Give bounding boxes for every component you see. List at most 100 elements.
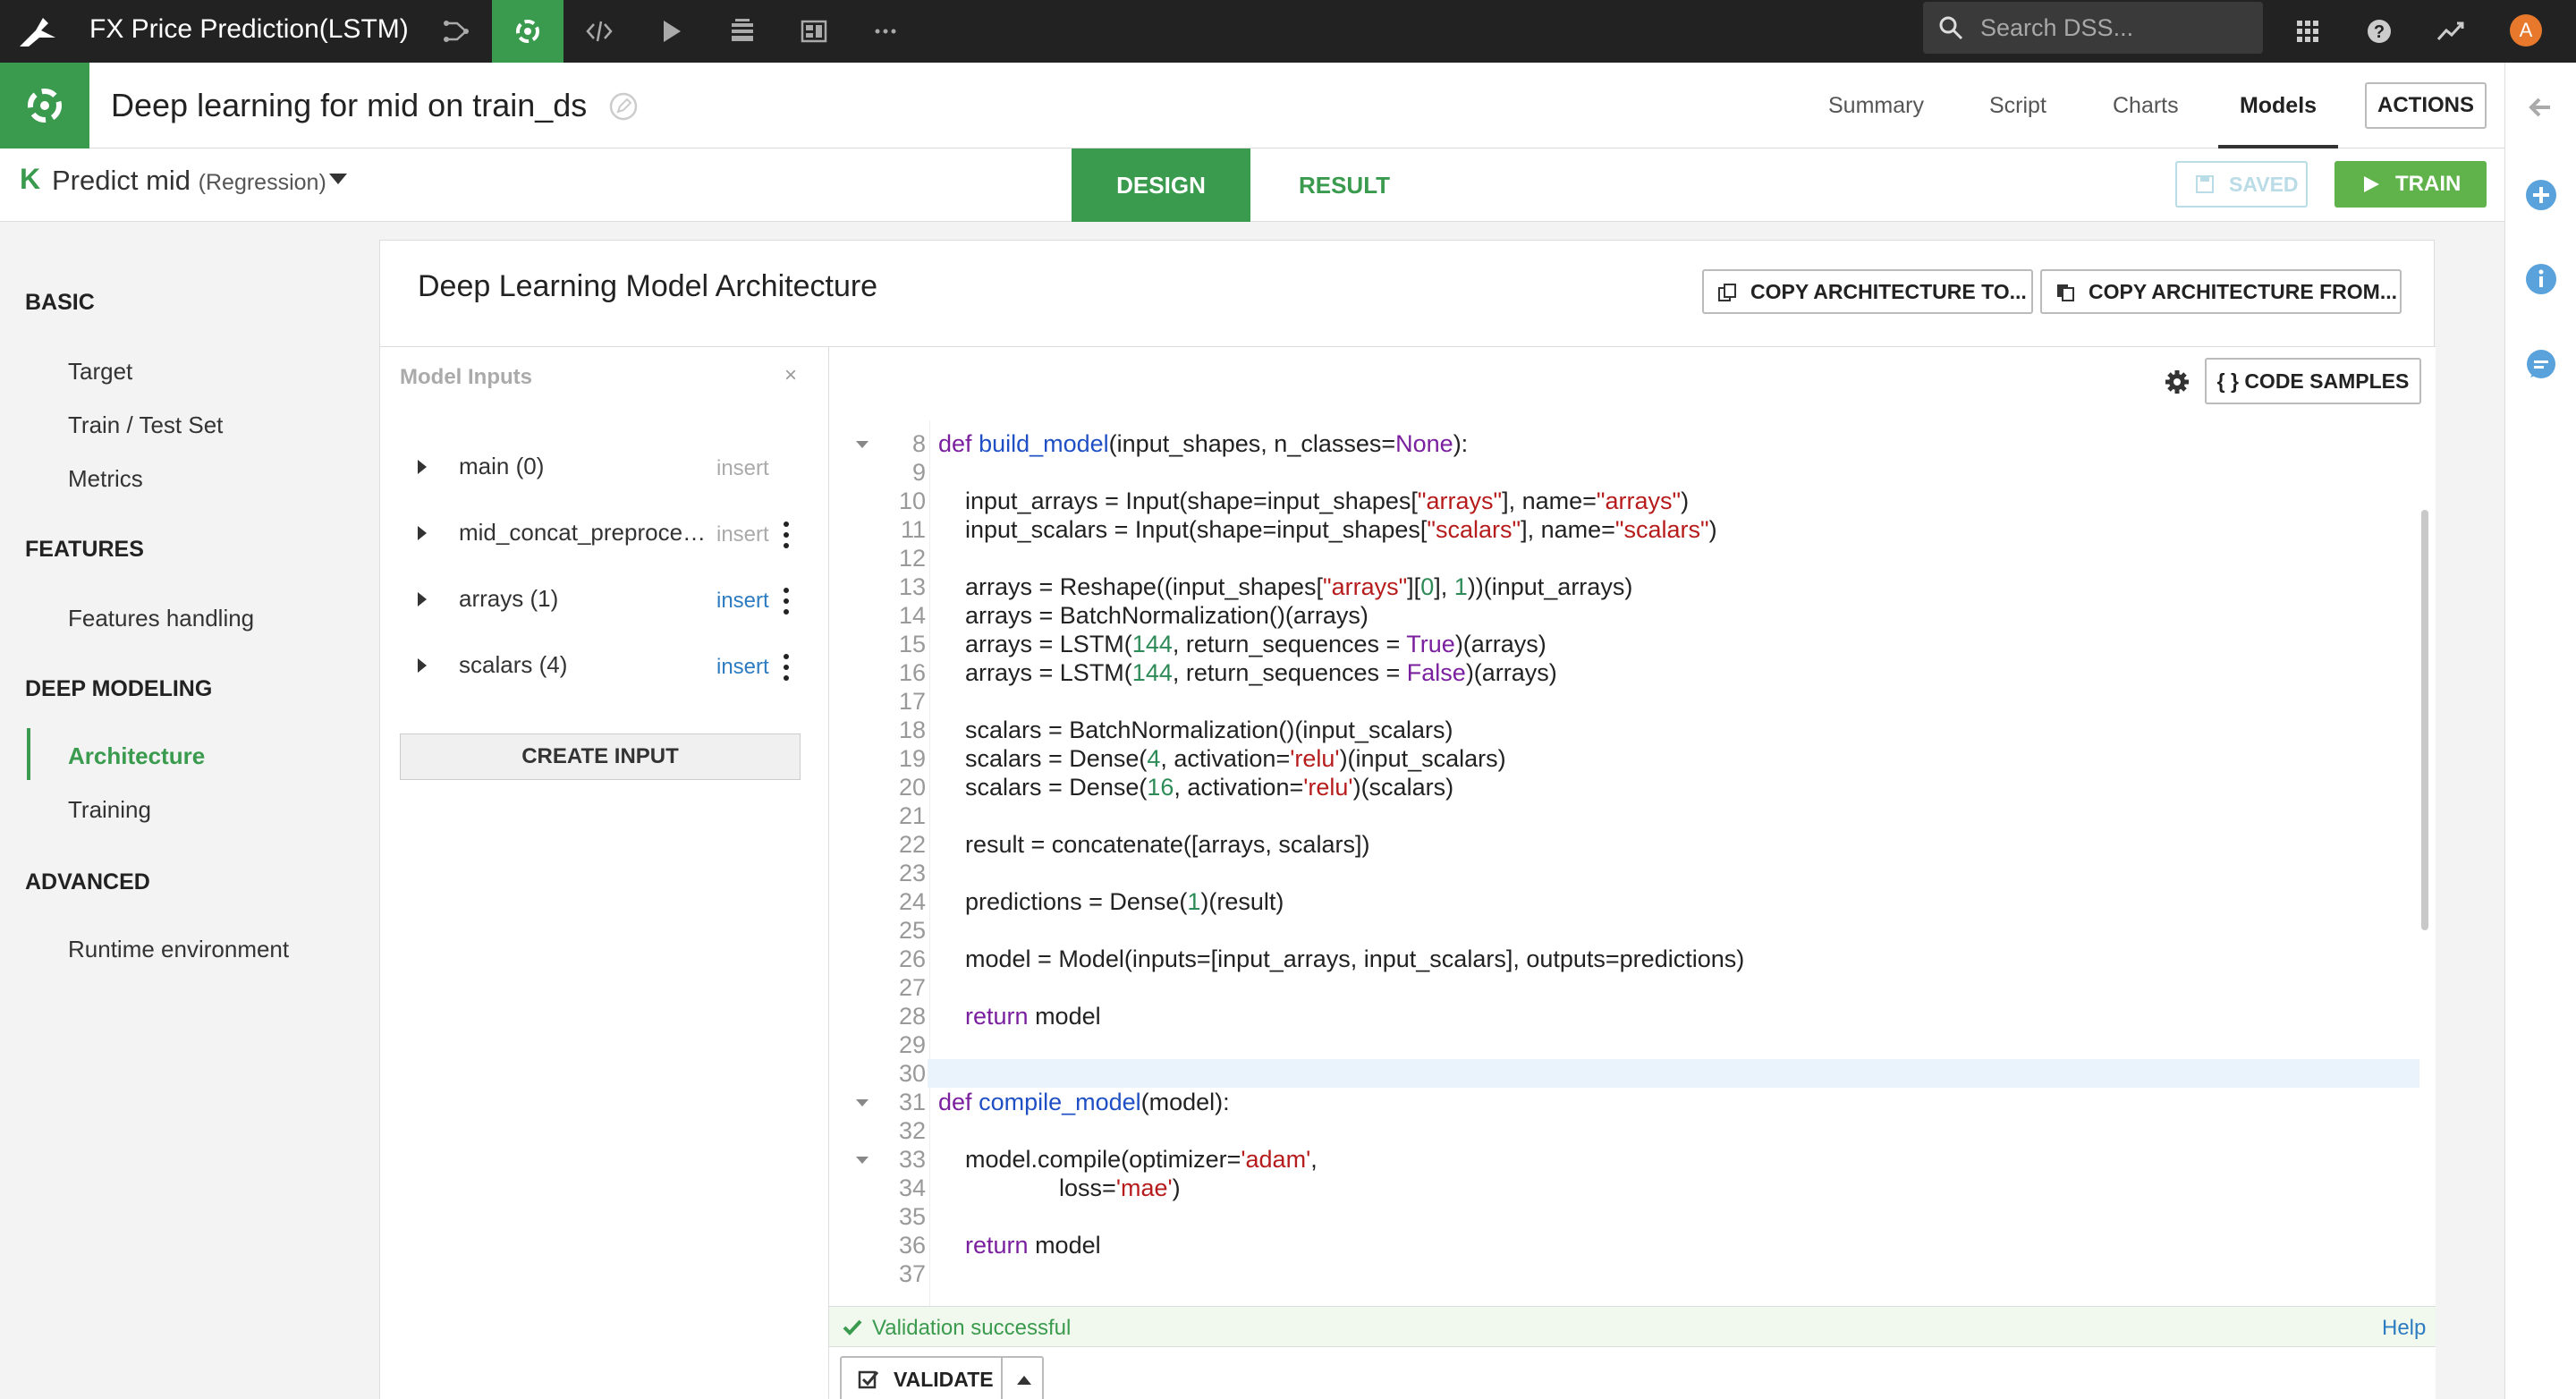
run-icon[interactable] [635, 0, 707, 63]
insert-link[interactable]: insert [716, 456, 769, 481]
task-selector[interactable]: Predict mid (Regression) [52, 148, 326, 215]
validate-button[interactable]: VALIDATE [840, 1356, 1003, 1399]
code-line[interactable]: 25 [829, 916, 2421, 945]
code-line[interactable]: 29 [829, 1030, 2421, 1059]
search-input[interactable] [1980, 2, 2249, 54]
help-icon[interactable]: ? [2343, 0, 2415, 63]
create-input-button[interactable]: CREATE INPUT [400, 733, 801, 780]
project-title[interactable]: FX Price Prediction(LSTM) [89, 0, 409, 63]
code-line[interactable]: 17 [829, 687, 2421, 716]
chevron-down-icon[interactable] [329, 174, 347, 184]
code-line[interactable]: 19 scalars = Dense(4, activation='relu')… [829, 744, 2421, 773]
code-line[interactable]: 26 model = Model(inputs=[input_arrays, i… [829, 945, 2421, 973]
arrow-left-icon[interactable] [2523, 89, 2559, 125]
code-line[interactable]: 34 loss='mae') [829, 1174, 2421, 1202]
code-icon[interactable] [564, 0, 635, 63]
insert-link[interactable]: insert [716, 522, 769, 547]
code-line[interactable]: 30 [829, 1059, 2421, 1088]
code-line[interactable]: 22 result = concatenate([arrays, scalars… [829, 830, 2421, 859]
sidebar-item-architecture[interactable]: Architecture [68, 742, 205, 770]
saved-button[interactable]: SAVED [2175, 161, 2308, 208]
code-samples-button[interactable]: { } CODE SAMPLES [2205, 358, 2421, 404]
code-line[interactable]: 21 [829, 801, 2421, 830]
code-editor-area: { } CODE SAMPLES 8 def build_model(input_… [829, 346, 2436, 1399]
code-line[interactable]: 8 def build_model(input_shapes, n_classes… [829, 429, 2421, 458]
input-row-arrays[interactable]: arrays (1) insert [380, 572, 829, 626]
code-line[interactable]: 10 input_arrays = Input(shape=input_shap… [829, 487, 2421, 515]
input-row-main[interactable]: main (0) insert [380, 440, 829, 494]
tab-models[interactable]: Models [2218, 63, 2338, 148]
copy-architecture-to-button[interactable]: COPY ARCHITECTURE TO... [1702, 269, 2033, 314]
insert-link[interactable]: insert [716, 655, 769, 680]
code-line[interactable]: 20 scalars = Dense(16, activation='relu'… [829, 773, 2421, 801]
info-icon[interactable] [2523, 261, 2559, 297]
dashboard-icon[interactable] [778, 0, 850, 63]
actions-button[interactable]: ACTIONS [2365, 82, 2487, 129]
sidebar-item-runtime-environment[interactable]: Runtime environment [68, 936, 289, 963]
insert-link[interactable]: insert [716, 589, 769, 614]
kebab-menu-icon[interactable] [783, 587, 790, 615]
line-number: 30 [898, 1060, 926, 1087]
tab-script[interactable]: Script [1989, 63, 2046, 148]
lab-icon[interactable] [492, 0, 564, 63]
edit-title-icon[interactable] [608, 91, 639, 122]
code-line[interactable]: 31 def compile_model(model): [829, 1088, 2421, 1116]
code-line[interactable]: 15 arrays = LSTM(144, return_sequences =… [829, 630, 2421, 658]
code-line[interactable]: 11 input_scalars = Input(shape=input_sha… [829, 515, 2421, 544]
help-link[interactable]: Help [2382, 1316, 2426, 1341]
code-line[interactable]: 18 scalars = BatchNormalization()(input_… [829, 716, 2421, 744]
caret-right-icon[interactable] [418, 592, 427, 606]
code-line[interactable]: 27 [829, 973, 2421, 1002]
code-line[interactable]: 36 return model [829, 1231, 2421, 1259]
gear-icon[interactable] [2164, 369, 2190, 395]
kebab-menu-icon[interactable] [783, 653, 790, 682]
code-line[interactable]: 23 [829, 859, 2421, 887]
apps-grid-icon[interactable] [2272, 0, 2343, 63]
line-number: 8 [911, 430, 926, 457]
dataiku-bird-icon[interactable] [16, 11, 59, 52]
train-button[interactable]: TRAIN [2334, 161, 2487, 208]
search-icon [1939, 16, 1963, 40]
caret-right-icon[interactable] [418, 460, 427, 474]
caret-right-icon[interactable] [418, 658, 427, 673]
code-line[interactable]: 13 arrays = Reshape((input_shapes["array… [829, 572, 2421, 601]
code-line[interactable]: 9 [829, 458, 2421, 487]
sidebar-item-training[interactable]: Training [68, 796, 151, 824]
tab-charts[interactable]: Charts [2113, 63, 2179, 148]
sidebar-item-features-handling[interactable]: Features handling [68, 605, 254, 632]
tab-result[interactable]: RESULT [1250, 148, 1438, 222]
code-line[interactable]: 28 return model [829, 1002, 2421, 1030]
activity-trend-icon[interactable] [2415, 0, 2487, 63]
close-icon[interactable]: × [784, 363, 797, 388]
global-search[interactable] [1923, 2, 2263, 54]
code-line[interactable]: 33 model.compile(optimizer='adam', [829, 1145, 2421, 1174]
input-row-mid-concat[interactable]: mid_concat_preprocessed insert [380, 506, 829, 560]
sidebar-item-metrics[interactable]: Metrics [68, 465, 143, 493]
discussion-icon[interactable] [2523, 347, 2559, 383]
code-line[interactable]: 37 [829, 1259, 2421, 1288]
sidebar-item-train-test-set[interactable]: Train / Test Set [68, 411, 223, 439]
datasets-icon[interactable] [707, 0, 778, 63]
code-line[interactable]: 24 predictions = Dense(1)(result) [829, 887, 2421, 916]
kebab-menu-icon[interactable] [783, 521, 790, 549]
caret-right-icon[interactable] [418, 526, 427, 540]
validate-options-dropdown[interactable] [1001, 1356, 1044, 1399]
code-line[interactable]: 12 [829, 544, 2421, 572]
code-line[interactable]: 35 [829, 1202, 2421, 1231]
code-line[interactable]: 14 arrays = BatchNormalization()(arrays) [829, 601, 2421, 630]
line-number: 20 [898, 774, 926, 801]
more-icon[interactable] [850, 0, 921, 63]
add-circle-icon[interactable] [2523, 177, 2559, 213]
tab-summary[interactable]: Summary [1828, 63, 1924, 148]
code-line[interactable]: 16 arrays = LSTM(144, return_sequences =… [829, 658, 2421, 687]
code-line[interactable]: 32 [829, 1116, 2421, 1145]
tab-design[interactable]: DESIGN [1072, 148, 1250, 222]
sidebar-item-target[interactable]: Target [68, 358, 132, 386]
user-avatar[interactable]: A [2510, 14, 2542, 47]
editor-scrollbar[interactable] [2421, 510, 2428, 930]
copy-architecture-from-button[interactable]: COPY ARCHITECTURE FROM... [2040, 269, 2402, 314]
code-editor[interactable]: 8 def build_model(input_shapes, n_classes… [829, 420, 2436, 1306]
input-row-scalars[interactable]: scalars (4) insert [380, 639, 829, 692]
flow-icon[interactable] [420, 0, 492, 63]
model-title[interactable]: Deep learning for mid on train_ds [111, 63, 587, 148]
